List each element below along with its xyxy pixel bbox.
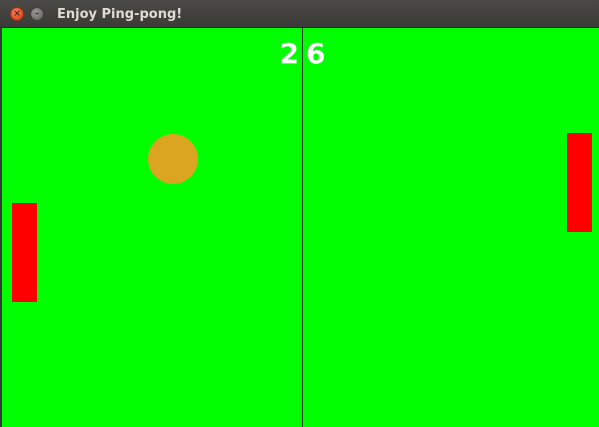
right-paddle	[567, 133, 592, 232]
right-player-score: 6	[306, 37, 326, 70]
game-window: × – Enjoy Ping-pong! 2 6	[0, 0, 599, 427]
window-title: Enjoy Ping-pong!	[57, 7, 183, 22]
close-button[interactable]: ×	[10, 7, 24, 21]
game-field[interactable]: 2 6	[2, 28, 599, 427]
close-icon: ×	[13, 8, 21, 19]
left-player-score: 2	[279, 37, 299, 70]
title-bar[interactable]: × – Enjoy Ping-pong!	[0, 0, 599, 28]
minimize-button[interactable]: –	[30, 7, 44, 21]
center-net-line	[302, 28, 303, 427]
ball	[148, 134, 198, 184]
minimize-icon: –	[34, 8, 40, 19]
left-paddle	[12, 203, 37, 302]
